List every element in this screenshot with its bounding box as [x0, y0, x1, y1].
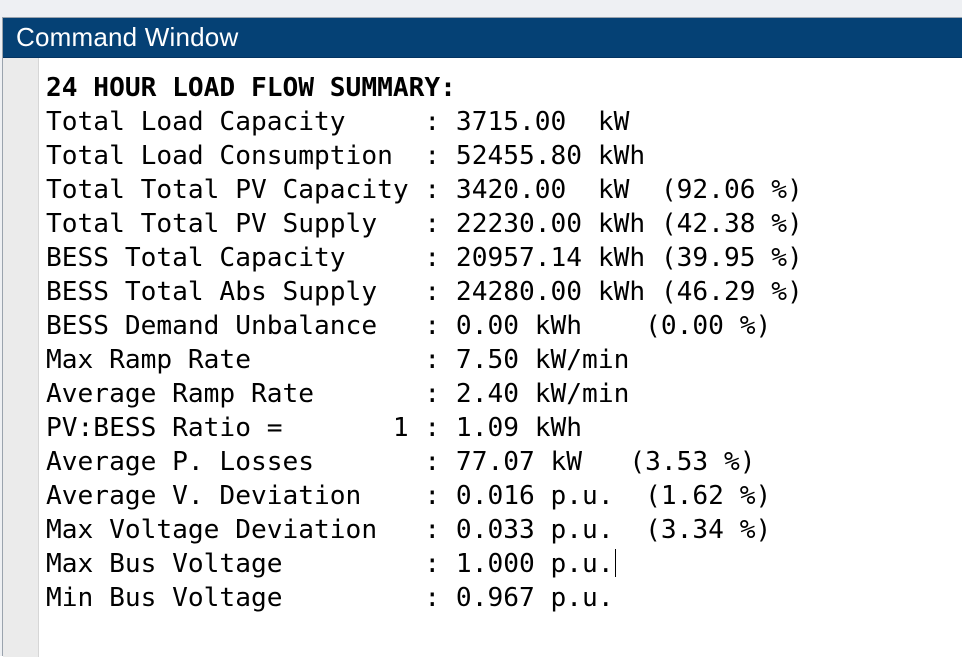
output-line-max-ramp-rate: Max Ramp Rate : 7.50 kW/min: [46, 345, 630, 375]
output-line-bess-total-abs-supply: BESS Total Abs Supply : 24280.00 kWh (46…: [46, 277, 803, 307]
command-window-gutter: [3, 58, 39, 657]
output-line-average-v-deviation: Average V. Deviation : 0.016 p.u. (1.62 …: [46, 481, 772, 511]
app-background: Command Window 24 HOUR LOAD FLOW SUMMARY…: [0, 0, 962, 657]
output-line-total-load-consumption: Total Load Consumption : 52455.80 kWh: [46, 141, 646, 171]
command-output[interactable]: 24 HOUR LOAD FLOW SUMMARY: Total Load Ca…: [46, 71, 803, 615]
output-line-min-bus-voltage: Min Bus Voltage : 0.967 p.u.: [46, 583, 614, 613]
output-line-bess-total-capacity: BESS Total Capacity : 20957.14 kWh (39.9…: [46, 243, 803, 273]
output-line-total-load-capacity: Total Load Capacity : 3715.00 kW: [46, 107, 630, 137]
output-line-max-bus-voltage: Max Bus Voltage : 1.000 p.u.: [46, 547, 803, 581]
output-line-max-voltage-deviation: Max Voltage Deviation : 0.033 p.u. (3.34…: [46, 515, 772, 545]
output-line-total-pv-capacity: Total Total PV Capacity : 3420.00 kW (92…: [46, 175, 803, 205]
text-cursor: [614, 549, 616, 577]
output-line-bess-demand-unbalance: BESS Demand Unbalance : 0.00 kWh (0.00 %…: [46, 311, 772, 341]
command-window-title: Command Window: [16, 22, 239, 52]
output-line-average-p-losses: Average P. Losses : 77.07 kW (3.53 %): [46, 447, 756, 477]
output-line-average-ramp-rate: Average Ramp Rate : 2.40 kW/min: [46, 379, 630, 409]
output-line-total-pv-supply: Total Total PV Supply : 22230.00 kWh (42…: [46, 209, 803, 239]
command-window-titlebar[interactable]: Command Window: [3, 18, 962, 58]
summary-heading: 24 HOUR LOAD FLOW SUMMARY:: [46, 73, 456, 103]
max-bus-voltage-text: Max Bus Voltage : 1.000 p.u.: [46, 549, 614, 579]
output-line-pv-bess-ratio: PV:BESS Ratio = 1 : 1.09 kWh: [46, 413, 583, 443]
